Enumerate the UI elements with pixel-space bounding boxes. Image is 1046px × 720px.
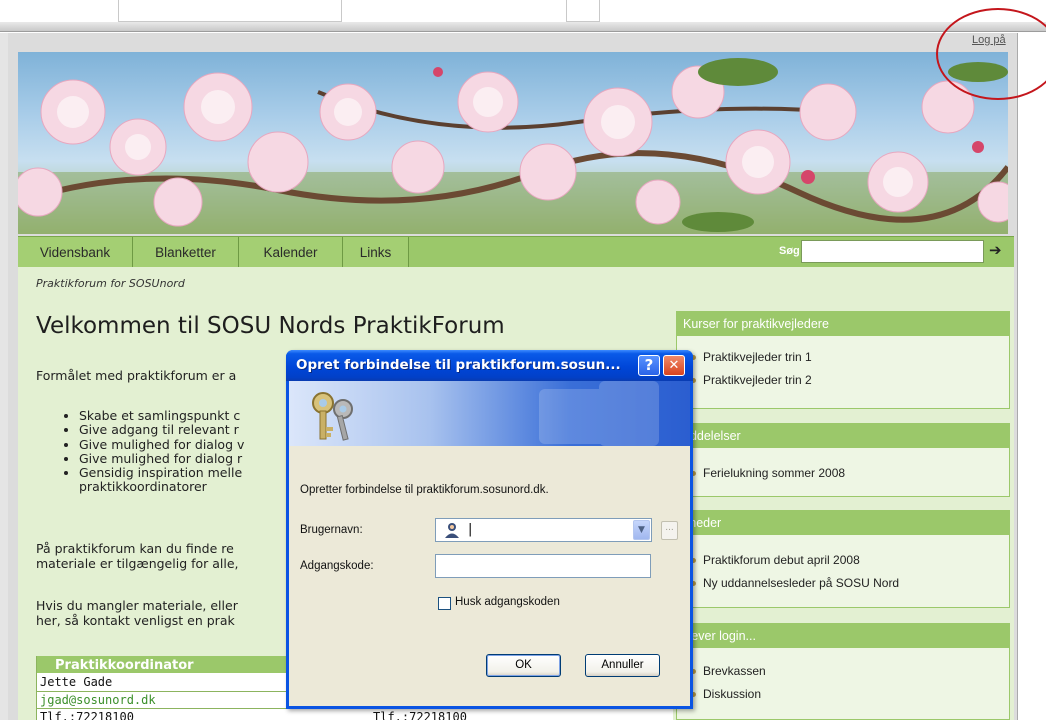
paragraph-line: her, så kontakt venligst en prak	[36, 613, 235, 628]
list-item: Skabe et samlingspunkt c	[79, 408, 244, 423]
coordinator-phone-2: Tlf.:72218100	[373, 710, 467, 720]
scrollbar[interactable]	[1017, 33, 1025, 720]
header-banner	[18, 52, 1008, 234]
sidebar-box-login-required: ræver login... Brevkassen Diskussion	[676, 623, 1010, 720]
list-item: Give mulighed for dialog v	[79, 437, 244, 452]
breadcrumb: Praktikforum for SOSUnord	[36, 277, 185, 290]
nav-item-links[interactable]: Links	[343, 237, 409, 268]
coordinator-email[interactable]: jgad@sosunord.dk	[40, 693, 156, 707]
coordinator-name: Jette Gade	[40, 675, 113, 689]
list-item-continued: praktikkoordinatorer	[79, 479, 207, 495]
dialog-title: Opret forbindelse til praktikforum.sosun…	[296, 357, 621, 373]
browser-chrome	[0, 0, 1046, 22]
username-value: |	[468, 522, 473, 537]
dialog-body: Opretter forbindelse til praktikforum.so…	[289, 381, 690, 706]
search-label: Søg	[779, 245, 800, 257]
paragraph-line: Hvis du mangler materiale, eller	[36, 598, 238, 613]
sidebar-link[interactable]: Ferielukning sommer 2008	[677, 462, 1009, 485]
sidebar-link[interactable]: Brevkassen	[677, 660, 1009, 683]
sidebar-box-title: Kurser for praktikvejledere	[677, 312, 1009, 336]
paragraph-line: På praktikforum kan du finde re	[36, 541, 234, 556]
username-label: Brugernavn:	[300, 524, 363, 536]
sidebar-box-news: yheder Praktikforum debut april 2008 Ny …	[676, 510, 1010, 608]
list-item: Give mulighed for dialog r	[79, 451, 244, 466]
main-nav: Vidensbank Blanketter Kalender Links Søg…	[18, 236, 1014, 268]
user-icon	[445, 523, 459, 538]
dialog-banner	[289, 381, 690, 446]
dialog-message: Opretter forbindelse til praktikforum.so…	[300, 484, 549, 496]
coordinator-phone: Tlf.:72218100	[40, 710, 134, 720]
cancel-button[interactable]: Annuller	[585, 654, 660, 677]
password-label: Adgangskode:	[300, 560, 374, 572]
purpose-list: Skabe et samlingspunkt c Give adgang til…	[63, 408, 244, 495]
sidebar-box-notices: eddelelser Ferielukning sommer 2008	[676, 423, 1010, 497]
sidebar-box-courses: Kurser for praktikvejledere Praktikvejle…	[676, 311, 1010, 409]
username-combobox[interactable]: | ▼	[435, 518, 652, 542]
browse-users-button[interactable]: ...	[661, 521, 678, 540]
close-button[interactable]: ✕	[663, 355, 685, 376]
chevron-down-icon[interactable]: ▼	[633, 520, 650, 540]
nav-item-blanketter[interactable]: Blanketter	[133, 237, 239, 268]
sidebar-box-title: eddelelser	[677, 424, 1009, 448]
blossom-image	[18, 58, 1008, 234]
sidebar-link[interactable]: Ny uddannelsesleder på SOSU Nord	[677, 572, 1009, 595]
sidebar-box-title: ræver login...	[677, 624, 1009, 648]
sidebar-link[interactable]: Praktikvejleder trin 1	[677, 346, 1009, 369]
browser-tab[interactable]	[566, 0, 600, 22]
sidebar-link[interactable]: Diskussion	[677, 683, 1009, 706]
sidebar-link[interactable]: Praktikforum debut april 2008	[677, 549, 1009, 572]
list-item: Gensidig inspiration melle	[79, 465, 244, 480]
page-title: Velkommen til SOSU Nords PraktikForum	[36, 313, 505, 339]
arrow-right-icon[interactable]: ➔	[989, 241, 1002, 259]
login-dialog: Opret forbindelse til praktikforum.sosun…	[286, 350, 693, 709]
intro-text: Formålet med praktikforum er a	[36, 368, 237, 383]
sidebar-box-title: yheder	[677, 511, 1009, 535]
nav-item-kalender[interactable]: Kalender	[239, 237, 343, 268]
sidebar-link[interactable]: Praktikvejleder trin 2	[677, 369, 1009, 392]
remember-password-checkbox[interactable]	[438, 597, 451, 610]
remember-password-label[interactable]: Husk adgangskoden	[455, 596, 560, 608]
paragraph-line: materiale er tilgængelig for alle,	[36, 556, 239, 571]
search-input[interactable]	[801, 240, 984, 263]
list-item: Give adgang til relevant r	[79, 422, 244, 437]
password-field[interactable]	[435, 554, 651, 578]
login-link[interactable]: Log på	[972, 34, 1006, 46]
keys-icon	[312, 381, 659, 446]
dialog-titlebar[interactable]: Opret forbindelse til praktikforum.sosun…	[286, 350, 693, 381]
nav-item-vidensbank[interactable]: Vidensbank	[18, 237, 133, 268]
ok-button[interactable]: OK	[486, 654, 561, 677]
browser-tab[interactable]	[118, 0, 342, 22]
help-button[interactable]: ?	[638, 355, 660, 376]
browser-toolbar	[0, 22, 1046, 32]
